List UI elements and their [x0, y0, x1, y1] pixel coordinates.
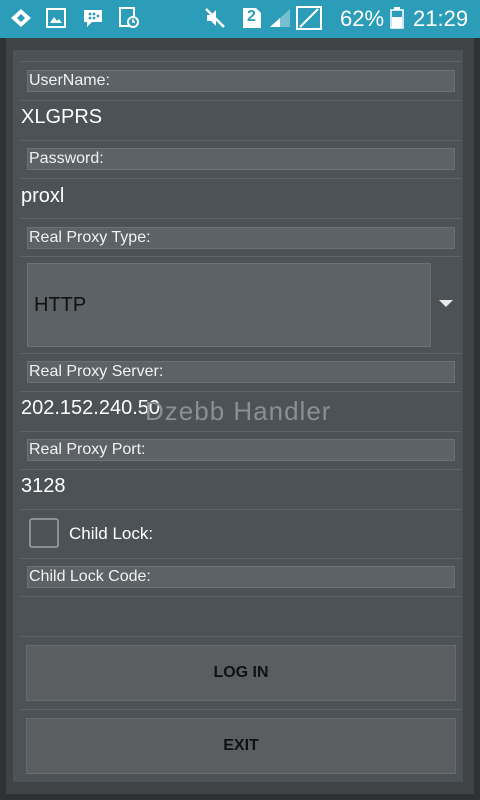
image-icon: [46, 8, 66, 28]
proxy-server-label: Real Proxy Server:: [27, 361, 455, 383]
signal-strength-icon: [268, 8, 292, 28]
divider: [21, 61, 461, 62]
bbm-icon: [82, 8, 104, 28]
clock: 21:29: [413, 6, 469, 31]
divider: [21, 596, 461, 597]
divider: [21, 100, 461, 101]
divider: [21, 256, 461, 257]
divider: [21, 509, 461, 510]
sim-badge: 2: [247, 8, 256, 25]
divider: [21, 469, 461, 470]
status-bar: 2 62% 21:29: [0, 0, 480, 38]
sim-2-icon: 2: [242, 8, 262, 28]
child-lock-code-field[interactable]: [21, 600, 451, 630]
username-field[interactable]: XLGPRS: [21, 106, 102, 129]
divider: [21, 431, 461, 432]
divider: [21, 178, 461, 179]
chevron-down-icon[interactable]: [439, 300, 453, 307]
watermark: Dzebb Handler: [145, 396, 332, 426]
proxy-port-label: Real Proxy Port:: [27, 439, 455, 461]
divider: [21, 353, 461, 354]
no-signal-icon: [296, 6, 322, 30]
proxy-type-dropdown[interactable]: HTTP: [27, 263, 431, 347]
proxy-port-field[interactable]: 3128: [21, 475, 66, 498]
child-lock-label: Child Lock:: [69, 524, 154, 543]
divider: [21, 709, 461, 710]
divider: [21, 391, 461, 392]
proxy-server-field[interactable]: 202.152.240.50: [21, 397, 160, 420]
divider: [21, 218, 461, 219]
proxy-type-selected: HTTP: [34, 294, 87, 316]
divider: [21, 558, 461, 559]
divider: [21, 140, 461, 141]
child-lock-checkbox[interactable]: [29, 518, 59, 548]
battery-icon: [390, 7, 404, 29]
child-lock-code-label: Child Lock Code:: [27, 566, 455, 588]
exit-button[interactable]: EXIT: [26, 718, 456, 774]
login-button[interactable]: LOG IN: [26, 645, 456, 701]
battery-percent: 62%: [340, 6, 385, 31]
divider: [21, 636, 461, 637]
signal-sync-icon: [10, 8, 32, 28]
proxy-type-label: Real Proxy Type:: [27, 227, 455, 249]
mute-icon: [203, 8, 227, 28]
password-field[interactable]: proxl: [21, 185, 64, 208]
clipboard-clock-icon: [118, 7, 140, 28]
password-label: Password:: [27, 148, 455, 170]
username-label: UserName:: [27, 70, 455, 92]
